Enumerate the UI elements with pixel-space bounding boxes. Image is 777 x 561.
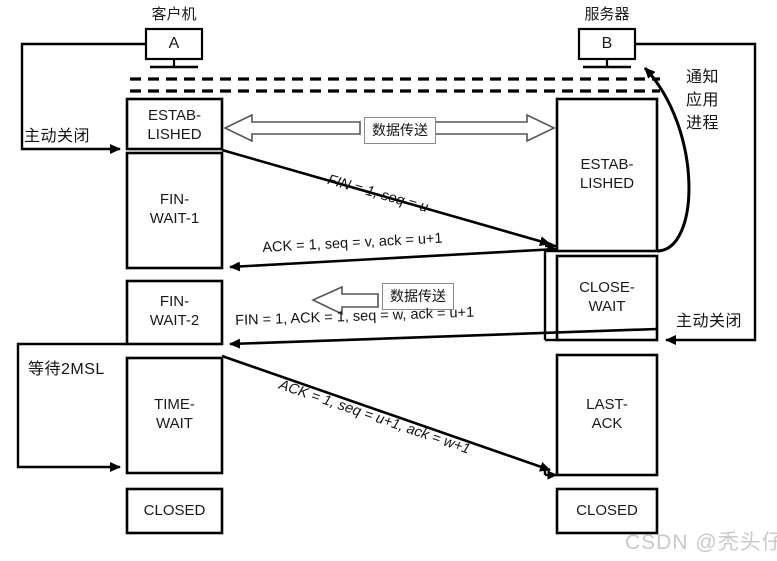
server-state-label-close-wait: CLOSE- WAIT (579, 279, 635, 315)
notify-app-process-label: 通知 应用 进程 (686, 69, 720, 133)
server-state-label-closed: CLOSED (576, 502, 638, 519)
server-state-label-last-ack: LAST- ACK (586, 396, 628, 432)
client-state-label-established: ESTAB- LISHED (147, 107, 202, 143)
server-state-label-established: ESTAB- LISHED (579, 156, 635, 192)
client-name: A (168, 35, 180, 52)
client-active-close-label: 主动关闭 (24, 128, 91, 145)
server-box-connectors (543, 241, 558, 480)
client-state-label-fin-wait-2: FIN- WAIT-2 (149, 293, 200, 329)
server-caption: 服务器 (584, 6, 630, 23)
watermark: CSDN @秃头仔仔 (625, 531, 777, 554)
client-state-label-time-wait: TIME- WAIT (154, 396, 195, 432)
client-state-label-fin-wait-1: FIN- WAIT-1 (149, 191, 200, 227)
wait-2msl-label: 等待2MSL (28, 361, 105, 378)
client-caption: 客户机 (151, 6, 197, 23)
client-state-label-closed: CLOSED (143, 502, 206, 519)
data-transfer-chip-top: 数据传送 (364, 117, 436, 144)
server-active-close-label: 主动关闭 (676, 313, 743, 330)
diagram-vector-layer (16, 27, 757, 535)
dashed-connection-lines (130, 77, 660, 93)
tcp-close-diagram: 客户机 A 服务器 B ESTAB- LISHED FIN- WAIT-1 FI… (0, 0, 777, 561)
server-name: B (601, 35, 613, 52)
